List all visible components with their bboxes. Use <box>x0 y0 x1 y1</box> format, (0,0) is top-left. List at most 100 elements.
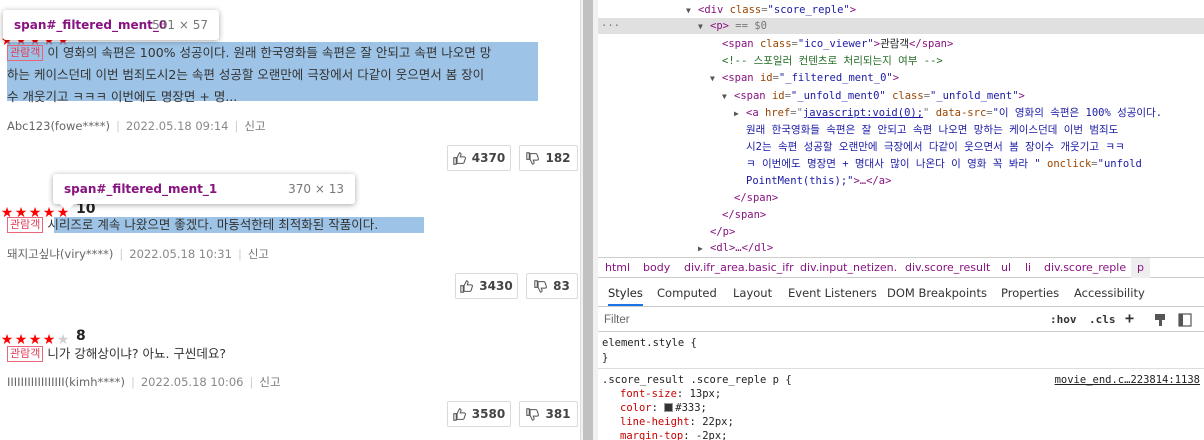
tab-layout[interactable]: Layout <box>733 281 772 306</box>
review-text: 시리즈로 계속 나왔으면 좋겠다. 마동석한테 최적화된 작품이다. <box>47 217 379 232</box>
element-style-selector[interactable]: element.style { <box>602 336 697 350</box>
expand-arrow-icon[interactable]: ▶ <box>734 106 746 122</box>
viewer-badge: 관람객 <box>7 45 44 61</box>
rule-close-brace: } <box>602 352 609 364</box>
dom-node[interactable]: ▼ <span id="_unfold_ment0" class="_unfold… <box>722 88 1025 104</box>
dom-text-continuation: ㅋ 이번에도 명장면 + 명대사 많이 나온다 이 영화 꼭 봐라 " oncl… <box>746 158 1142 170</box>
like-button[interactable]: 3580 <box>447 401 511 427</box>
breadcrumb-item[interactable]: div.ifr_area.basic_ifr <box>684 258 794 278</box>
dislike-button[interactable]: 182 <box>519 145 578 171</box>
dislike-button[interactable]: 381 <box>519 401 578 427</box>
inspect-tooltip: span#_filtered_ment_0 531 × 57 <box>3 10 219 40</box>
dom-node[interactable]: <span class="ico_viewer">관람객</span> <box>722 36 953 52</box>
report-link[interactable]: 신고 <box>248 247 269 261</box>
tab-dom-breakpoints[interactable]: DOM Breakpoints <box>887 281 987 306</box>
tooltip-selector: span#_filtered_ment_0 <box>14 18 168 32</box>
dom-text-continuation: 원래 한국영화들 속편은 잘 안되고 속편 나오면 망하는 케이스던데 이번 범… <box>746 124 1119 136</box>
tab-properties[interactable]: Properties <box>1001 281 1059 306</box>
viewer-badge: 관람객 <box>7 217 44 233</box>
dom-close-tag[interactable]: </span> <box>722 207 766 223</box>
review-text-line: 하는 케이스던데 이번 범죄도시2는 속편 성공할 오랜만에 극장에서 다같이 … <box>7 67 485 82</box>
divider: | <box>237 247 242 261</box>
thumbs-up-icon <box>453 151 466 165</box>
breadcrumb-item-active[interactable]: p <box>1131 258 1150 278</box>
sidebar-toggle-icon[interactable] <box>1178 313 1192 327</box>
dislike-count: 381 <box>545 407 571 421</box>
dom-comment[interactable]: <!-- 스포일러 컨텐츠로 처리되는지 여부 --> <box>722 53 943 69</box>
breadcrumb-item[interactable]: li <box>1025 258 1031 278</box>
like-count: 3430 <box>479 279 513 293</box>
like-button[interactable]: 3430 <box>455 273 518 299</box>
breadcrumb-item[interactable]: div.score_result <box>905 258 990 278</box>
collapse-arrow-icon[interactable]: ▼ <box>710 71 722 87</box>
css-declaration[interactable]: margin-top: -2px; <box>620 429 727 440</box>
tab-computed[interactable]: Computed <box>657 281 717 306</box>
css-declaration[interactable]: color: #333; <box>620 401 707 415</box>
dom-node[interactable]: ▶ <dl>…</dl> <box>698 240 773 255</box>
expand-arrow-icon[interactable]: ▶ <box>698 241 710 255</box>
rule-source-link[interactable]: movie_end.c…223814:1138 <box>1055 373 1200 387</box>
review-score: 8 <box>76 328 86 344</box>
review-text-line: 수 개웃기고 ㅋㅋㅋ 이번에도 명장면 + 명... <box>7 89 238 104</box>
dom-text-continuation: 시2는 속편 성공할 오랜만에 극장에서 다같이 웃으면서 봄 장이수 개웃기고… <box>746 141 1125 153</box>
css-declaration[interactable]: line-height: 22px; <box>620 415 734 429</box>
collapse-arrow-icon[interactable]: ▼ <box>686 3 698 19</box>
dislike-button[interactable]: 83 <box>526 273 578 299</box>
tooltip-dimensions: 531 × 57 <box>152 18 208 32</box>
review-date: 2022.05.18 10:31 <box>129 247 232 261</box>
collapse-arrow-icon[interactable]: ▼ <box>698 19 710 35</box>
report-link[interactable]: 신고 <box>244 119 265 133</box>
review-text-line: 관람객 니가 강해상이냐? 아뇨. 구씬데요? <box>7 343 226 365</box>
devtools-panel: ▼ <div class="score_reple"> ··· ▼ <p> == $… <box>598 0 1204 440</box>
dom-close-tag[interactable]: </span> <box>734 190 778 206</box>
dislike-count: 182 <box>545 151 571 165</box>
report-link[interactable]: 신고 <box>259 375 280 389</box>
dom-node[interactable]: ▶ <a href="javascript:void(0);" data-src=… <box>734 105 1162 121</box>
collapse-arrow-icon[interactable]: ▼ <box>722 89 734 105</box>
like-button[interactable]: 4370 <box>447 145 511 171</box>
scrollbar-thumb[interactable] <box>583 0 593 440</box>
dom-node[interactable]: ▼ <span id="_filtered_ment_0"> <box>710 70 899 86</box>
breadcrumb-item[interactable]: div.input_netizen. <box>800 258 897 278</box>
review-item: ★★★★★ 8 관람객 니가 강해상이냐? 아뇨. 구씬데요? IIIIIIIII… <box>0 310 580 440</box>
review-text-line: 관람객 이 영화의 속편은 100% 성공이다. 원래 한국영화들 속편은 잘 안… <box>7 42 491 64</box>
review-user[interactable]: IIIIIIIIIIIIIIIII(kimh****) <box>7 375 125 389</box>
dom-node-selected[interactable]: ··· ▼ <p> == $0 <box>598 18 1204 34</box>
dislike-count: 83 <box>553 279 570 293</box>
review-meta: 돼지고싶냐(viry****) | 2022.05.18 10:31 | 신고 <box>7 246 269 262</box>
new-rule-button[interactable]: + <box>1125 310 1134 326</box>
divider: | <box>249 375 254 389</box>
breadcrumb-item[interactable]: html <box>605 258 630 278</box>
screenshot-root: ★★★★★ 10 관람객이 영화의 속편은 100% 성공이다. 원래 한국영화… <box>0 0 1204 440</box>
like-count: 4370 <box>471 151 506 165</box>
divider: | <box>234 119 239 133</box>
divider: | <box>115 119 120 133</box>
paint-brush-icon[interactable] <box>1153 313 1167 327</box>
tab-styles[interactable]: Styles <box>608 281 643 306</box>
review-user[interactable]: Abc123(fowe****) <box>7 119 110 133</box>
breadcrumb: html body div.ifr_area.basic_ifr div.inp… <box>598 257 1204 278</box>
thumbs-up-icon <box>460 279 474 293</box>
styles-filter-bar: :hov .cls + <box>598 308 1204 332</box>
dom-node[interactable]: ▼ <div class="score_reple"> <box>686 2 856 18</box>
breadcrumb-item[interactable]: body <box>643 258 670 278</box>
dom-close-tag[interactable]: </p> <box>710 224 735 240</box>
like-count: 3580 <box>471 407 506 421</box>
css-declaration[interactable]: font-size: 13px; <box>620 387 721 401</box>
divider: | <box>130 375 135 389</box>
tab-event-listeners[interactable]: Event Listeners <box>788 281 877 306</box>
rule-selector[interactable]: .score_result .score_reple p { <box>602 373 792 387</box>
inspect-tooltip: span#_filtered_ment_1 370 × 13 <box>53 174 355 204</box>
hover-state-button[interactable]: :hov <box>1050 312 1077 328</box>
review-meta: Abc123(fowe****) | 2022.05.18 09:14 | 신고 <box>7 118 266 134</box>
tab-accessibility[interactable]: Accessibility <box>1074 281 1145 306</box>
thumbs-down-icon <box>526 407 540 421</box>
color-swatch-icon[interactable] <box>664 403 674 412</box>
class-toggle-button[interactable]: .cls <box>1089 312 1116 328</box>
breadcrumb-item[interactable]: div.score_reple <box>1044 258 1126 278</box>
filter-input[interactable] <box>604 312 904 328</box>
rule-divider <box>598 368 1204 369</box>
review-user[interactable]: 돼지고싶냐(viry****) <box>7 247 113 261</box>
breadcrumb-item[interactable]: ul <box>1001 258 1011 278</box>
review-date: 2022.05.18 10:06 <box>140 375 244 389</box>
